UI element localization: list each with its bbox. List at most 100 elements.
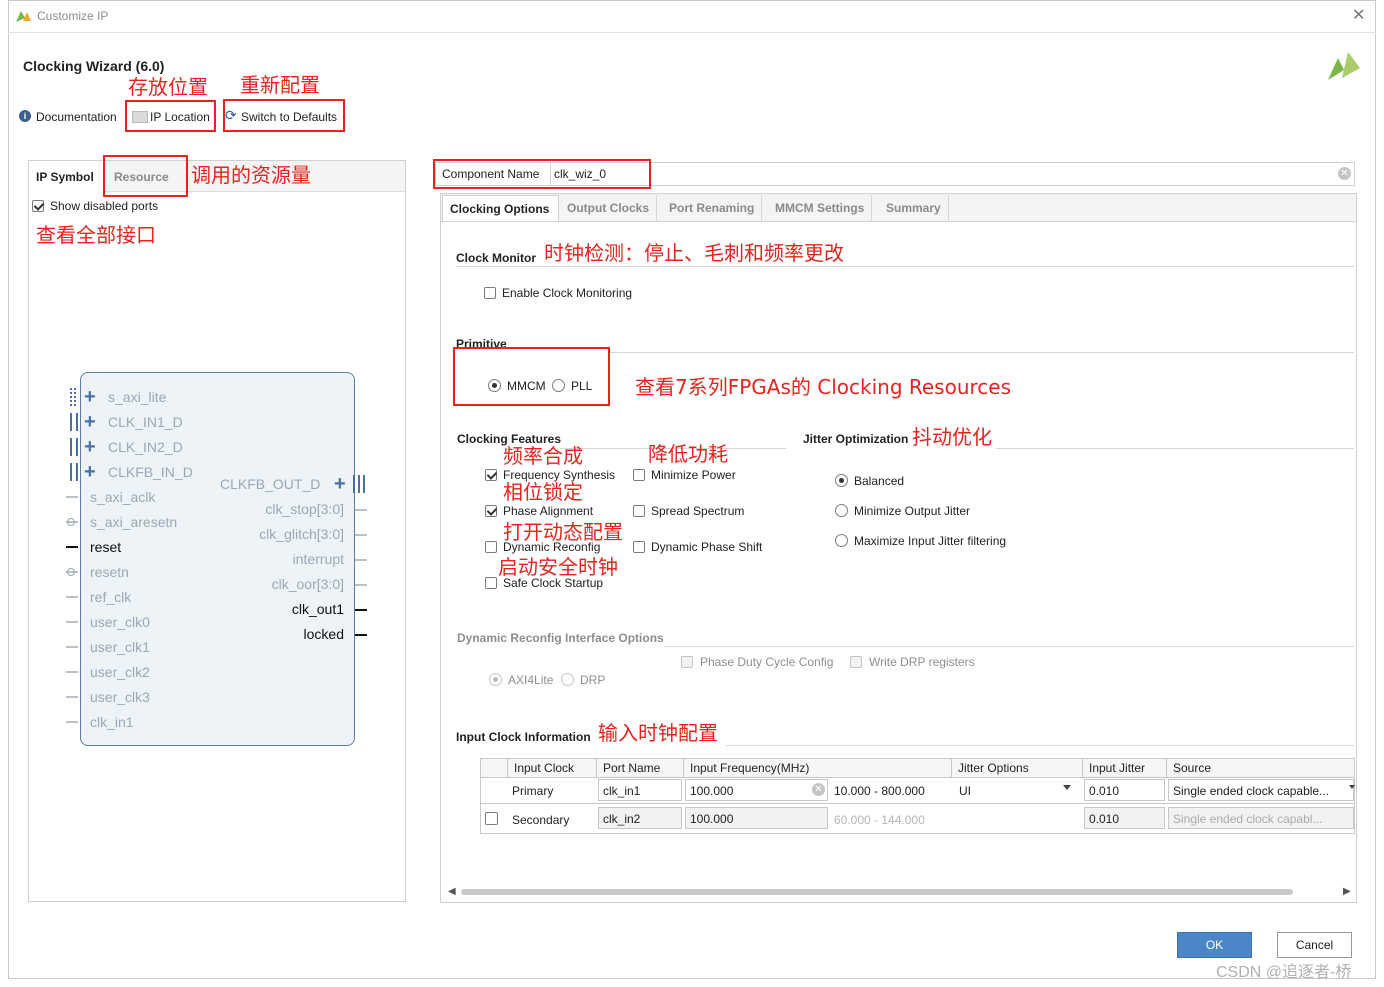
jitter-options-select[interactable]: UI [954,779,1081,801]
port-label: clk_out1 [291,601,344,617]
annotation-text: 频率合成 [503,444,583,468]
port-label: CLK_IN2_D [108,439,183,455]
drp-radio[interactable] [561,673,574,686]
spread-spectrum-checkbox[interactable] [633,505,645,517]
port-label: user_clk3 [90,689,150,705]
secondary-freq-input[interactable]: 100.000 [685,807,828,829]
show-disabled-checkbox[interactable] [32,200,44,212]
secondary-jitter-input[interactable]: 0.010 [1084,807,1165,829]
tab-summary[interactable]: Summary [879,195,949,221]
tab-clocking-options[interactable]: Clocking Options [442,195,559,221]
show-disabled-label: Show disabled ports [50,199,159,213]
table-header-cell: Port Name [597,759,684,777]
annotation-text: 启动安全时钟 [498,555,618,579]
safe-start-checkbox[interactable] [485,577,497,589]
scroll-left-icon[interactable]: ◀ [448,886,456,897]
primary-freq-range: 10.000 - 800.000 [834,784,925,798]
horizontal-scrollbar[interactable] [461,889,1293,895]
expand-icon[interactable]: + [84,437,96,457]
info-icon: i [19,110,31,122]
expand-icon[interactable]: + [84,462,96,482]
write-drp-checkbox[interactable] [850,656,862,668]
port-label: clk_stop[3:0] [265,501,344,517]
annotation-text: 重新配置 [240,73,320,97]
min-power-checkbox[interactable] [633,469,645,481]
port-stub [355,634,367,636]
axi4lite-radio[interactable] [489,673,502,686]
axi-bus-icon [70,388,76,406]
tab-mmcm-settings[interactable]: MMCM Settings [768,195,873,221]
table-header-cell: Jitter Options [952,759,1083,777]
port-stub [66,696,78,698]
port-stub [355,509,367,511]
port-label: s_axi_aclk [90,489,156,505]
divider [996,448,1354,449]
port-label: clk_glitch[3:0] [259,526,344,542]
annotation-text: 降低功耗 [648,442,728,466]
documentation-button[interactable]: Documentation [36,110,117,124]
annotation-box [223,99,345,132]
annotation-box [433,159,651,189]
expand-icon[interactable]: + [84,387,96,407]
divider [664,646,1354,647]
port-label: CLK_IN1_D [108,414,183,430]
primary-port-input[interactable]: clk_in1 [598,779,682,801]
port-stub [66,596,78,598]
annotation-text: 抖动优化 [912,425,992,449]
tab-port-renaming[interactable]: Port Renaming [662,195,763,221]
divider [726,745,1354,746]
port-label: s_axi_aresetn [90,514,178,530]
drp-label: DRP [580,673,606,687]
close-icon[interactable]: ✕ [1352,5,1365,25]
freq-synth-checkbox[interactable] [485,469,497,481]
tab-ip-symbol[interactable]: IP Symbol [36,170,94,184]
max-input-jitter-radio[interactable] [835,534,848,547]
component-name-input-bg [550,163,1341,185]
port-label: user_clk0 [90,614,150,630]
divider [456,266,1354,267]
watermark: CSDN @追逐者-桥 [1216,964,1352,981]
cancel-button[interactable]: Cancel [1277,932,1352,958]
primary-source-select[interactable]: Single ended clock capable... [1168,779,1354,801]
phase-duty-checkbox[interactable] [681,656,693,668]
dyn-phase-checkbox[interactable] [633,541,645,553]
secondary-port-input[interactable]: clk_in2 [598,807,682,829]
balanced-radio[interactable] [835,474,848,487]
logo-icon [1328,52,1360,80]
tab-output-clocks[interactable]: Output Clocks [560,195,658,221]
port-stub [355,584,367,586]
table-header-cell: Input Frequency(MHz) [684,759,952,777]
chevron-down-icon[interactable] [1349,785,1355,789]
phase-align-checkbox[interactable] [485,505,497,517]
port-label: resetn [90,564,129,580]
dyn-reconfig-checkbox[interactable] [485,541,497,553]
port-stub [355,609,367,611]
annotation-text: 打开动态配置 [503,520,623,544]
expand-icon[interactable]: + [84,412,96,432]
title-bar [8,0,1376,33]
min-output-jitter-radio[interactable] [835,504,848,517]
port-stub [66,496,78,498]
annotation-text: 查看全部接口 [36,223,156,247]
secondary-checkbox[interactable] [485,812,498,825]
primary-jitter-input[interactable]: 0.010 [1084,779,1165,801]
clear-icon[interactable]: ✕ [1338,167,1351,180]
chevron-down-icon[interactable] [1063,785,1071,790]
port-label: user_clk1 [90,639,150,655]
port-label: CLKFB_IN_D [108,464,193,480]
clear-icon[interactable]: ✕ [812,783,825,796]
port-stub [355,559,367,561]
write-drp-label: Write DRP registers [869,655,975,669]
enable-monitor-label: Enable Clock Monitoring [502,286,633,300]
scroll-right-icon[interactable]: ▶ [1343,886,1351,897]
primary-freq-input[interactable]: 100.000 [685,779,828,801]
ok-button[interactable]: OK [1177,932,1252,958]
annotation-box [125,100,216,132]
balanced-label: Balanced [854,474,905,488]
port-label: clk_in1 [90,714,134,730]
enable-monitor-checkbox[interactable] [484,287,496,299]
expand-icon[interactable]: + [334,474,346,494]
port-label: locked [303,626,344,642]
secondary-source-select[interactable]: Single ended clock capabl... [1168,807,1354,829]
jitter-title: Jitter Optimization [803,432,909,446]
